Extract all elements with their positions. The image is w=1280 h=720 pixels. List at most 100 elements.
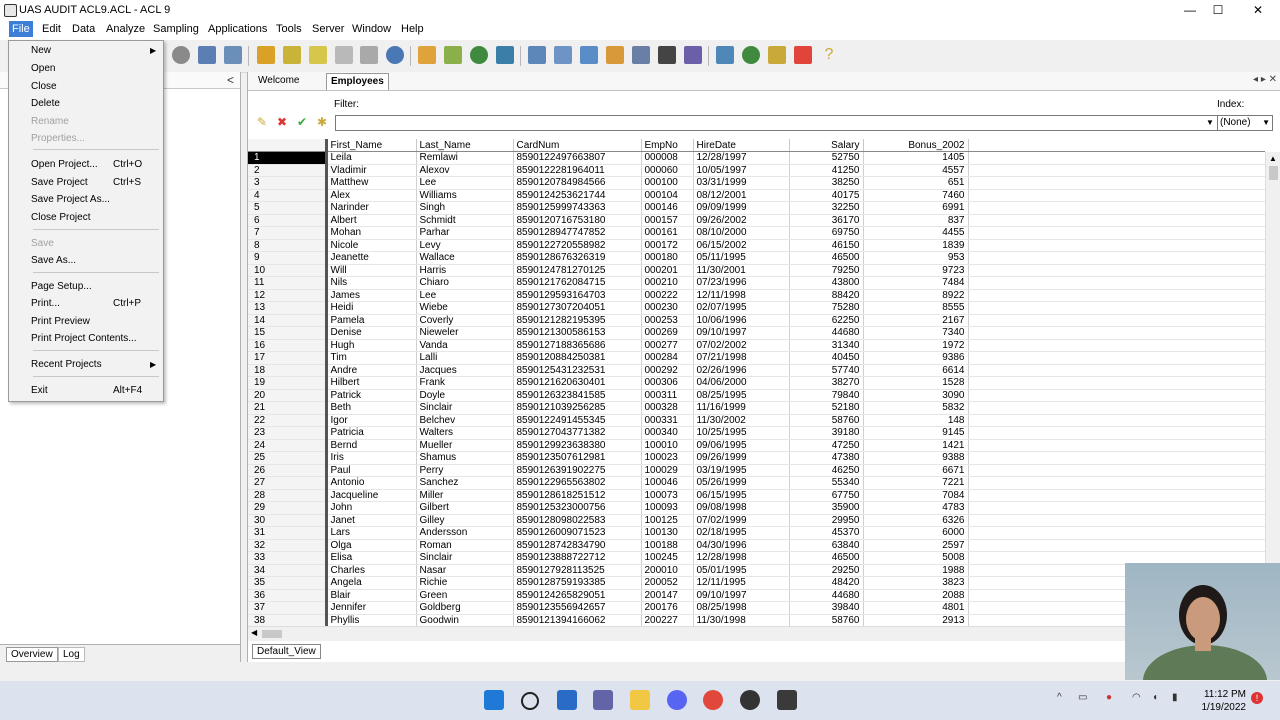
row-number[interactable]: 34 (248, 564, 328, 577)
table-cell[interactable]: 000311 (641, 389, 694, 402)
table-cell[interactable]: 8590128742834790 (513, 539, 642, 552)
table-cell[interactable]: Doyle (416, 389, 514, 402)
table-cell[interactable]: Gilbert (416, 501, 514, 515)
table-cell[interactable]: 2088 (863, 589, 969, 602)
taskbar-clock[interactable]: 11:12 PM 1/19/2022 (1194, 688, 1247, 714)
table-cell[interactable]: 2913 (863, 614, 969, 626)
row-number[interactable]: 36 (248, 589, 328, 602)
table-cell[interactable]: Patricia (326, 426, 417, 440)
table-row[interactable]: 12 James Lee 8590129593164703 000222 12/11/19… (248, 289, 1265, 302)
table-cell[interactable]: 000230 (641, 301, 694, 315)
start-icon[interactable] (484, 690, 504, 710)
table-cell[interactable]: 1405 (863, 151, 969, 165)
table-cell[interactable]: 000172 (641, 239, 694, 252)
obs-icon[interactable] (740, 690, 760, 710)
table-cell[interactable]: 1839 (863, 239, 969, 252)
table-cell[interactable]: Narinder (326, 201, 417, 215)
teams-chat-icon[interactable] (593, 690, 613, 710)
table-cell[interactable]: 000146 (641, 201, 694, 215)
table-cell[interactable]: 57740 (789, 364, 864, 377)
table-cell[interactable]: Jeanette (326, 251, 417, 265)
table-cell[interactable]: 000104 (641, 189, 694, 202)
row-number[interactable]: 9 (248, 251, 328, 265)
table-cell[interactable]: 3823 (863, 576, 969, 590)
table-cell[interactable]: Bernd (326, 439, 417, 452)
table-cell[interactable]: Vanda (416, 339, 514, 352)
summarize-icon[interactable] (554, 46, 572, 64)
stratify-icon[interactable] (580, 46, 598, 64)
table-cell[interactable]: 3090 (863, 389, 969, 402)
table-cell[interactable]: Schmidt (416, 214, 514, 227)
row-number[interactable]: 14 (248, 314, 328, 327)
table-cell[interactable]: 46500 (789, 551, 864, 565)
table-row[interactable]: 14 Pamela Coverly 8590121282195395 000253 10/… (248, 314, 1265, 327)
row-number[interactable]: 38 (248, 614, 328, 626)
discord-icon[interactable] (667, 690, 687, 710)
table-cell[interactable]: Jennifer (326, 601, 417, 615)
menu-item-new[interactable]: New (31, 45, 51, 56)
table-cell[interactable]: 75280 (789, 301, 864, 315)
table-layout-icon[interactable] (309, 46, 327, 64)
table-cell[interactable]: 7221 (863, 476, 969, 490)
row-number[interactable]: 19 (248, 376, 328, 390)
table-cell[interactable]: 38250 (789, 176, 864, 190)
table-cell[interactable]: 200147 (641, 589, 694, 602)
table-cell[interactable]: 5832 (863, 401, 969, 415)
scroll-up-icon[interactable]: ▲ (1269, 154, 1277, 163)
row-number[interactable]: 20 (248, 389, 328, 402)
tray-chevron-icon[interactable]: ^ (1057, 692, 1062, 703)
table-cell[interactable]: Vladimir (326, 164, 417, 177)
table-row[interactable]: 18 Andre Jacques 8590125431232531 000292 02/2… (248, 364, 1265, 377)
table-row[interactable]: 26 Paul Perry 8590126391902275 100029 03/19/1… (248, 464, 1265, 477)
edit-filter-icon[interactable]: ✎ (255, 115, 269, 129)
view-properties-icon[interactable] (360, 46, 378, 64)
table-cell[interactable]: 8590120884250381 (513, 351, 642, 365)
table-cell[interactable]: 40450 (789, 351, 864, 365)
table-cell[interactable]: 000331 (641, 414, 694, 427)
table-cell[interactable]: 07/23/1996 (693, 276, 790, 290)
table-cell[interactable]: 45370 (789, 526, 864, 540)
table-cell[interactable]: 100023 (641, 451, 694, 465)
table-cell[interactable]: 09/26/2002 (693, 214, 790, 227)
table-cell[interactable]: 100093 (641, 501, 694, 515)
open-table-icon[interactable] (257, 46, 275, 64)
table-cell[interactable]: 000008 (641, 151, 694, 165)
table-cell[interactable]: 79840 (789, 389, 864, 402)
collapse-navigator-button[interactable]: < (227, 73, 234, 87)
row-number[interactable]: 18 (248, 364, 328, 377)
menu-item-save-project[interactable]: Save Project (31, 177, 88, 188)
table-cell[interactable]: 05/26/1999 (693, 476, 790, 490)
table-cell[interactable]: Green (416, 589, 514, 602)
table-cell[interactable]: Alex (326, 189, 417, 202)
table-row[interactable]: 34 Charles Nasar 8590127928113525 200010 05/0… (248, 564, 1265, 577)
table-cell[interactable]: 8555 (863, 301, 969, 315)
table-row[interactable]: 22 Igor Belchev 8590122491455345 000331 11/30… (248, 414, 1265, 427)
row-number[interactable]: 10 (248, 264, 328, 277)
table-cell[interactable]: Leila (326, 151, 417, 165)
table-cell[interactable]: 12/11/1995 (693, 576, 790, 590)
table-row[interactable]: 35 Angela Richie 8590128759193385 200052 12/1… (248, 576, 1265, 590)
menu-item-close-project[interactable]: Close Project (31, 212, 90, 223)
table-cell[interactable]: 100130 (641, 526, 694, 540)
table-cell[interactable]: 8590120716753180 (513, 214, 642, 227)
table-cell[interactable]: 8590127043771382 (513, 426, 642, 440)
table-cell[interactable]: 41250 (789, 164, 864, 177)
table-row[interactable]: 16 Hugh Vanda 8590127188365686 000277 07/02/2… (248, 339, 1265, 352)
table-cell[interactable]: 6326 (863, 514, 969, 527)
table-cell[interactable]: Williams (416, 189, 514, 202)
table-cell[interactable]: 8590125431232531 (513, 364, 642, 377)
table-cell[interactable]: 8590128618251512 (513, 489, 642, 502)
table-cell[interactable]: Wiebe (416, 301, 514, 315)
table-cell[interactable]: Beth (326, 401, 417, 415)
row-number[interactable]: 17 (248, 351, 328, 365)
table-cell[interactable]: 46150 (789, 239, 864, 252)
table-cell[interactable]: 12/28/1998 (693, 551, 790, 565)
data-grid[interactable]: First_Name Last_Name CardNum EmpNo HireD… (248, 139, 1265, 626)
table-cell[interactable]: 44680 (789, 326, 864, 340)
table-cell[interactable]: 8590123888722712 (513, 551, 642, 565)
vertical-scroll-thumb[interactable] (1269, 166, 1278, 180)
table-cell[interactable]: Sinclair (416, 401, 514, 415)
table-cell[interactable]: 69750 (789, 226, 864, 240)
table-cell[interactable]: 43800 (789, 276, 864, 290)
table-cell[interactable]: 000269 (641, 326, 694, 340)
